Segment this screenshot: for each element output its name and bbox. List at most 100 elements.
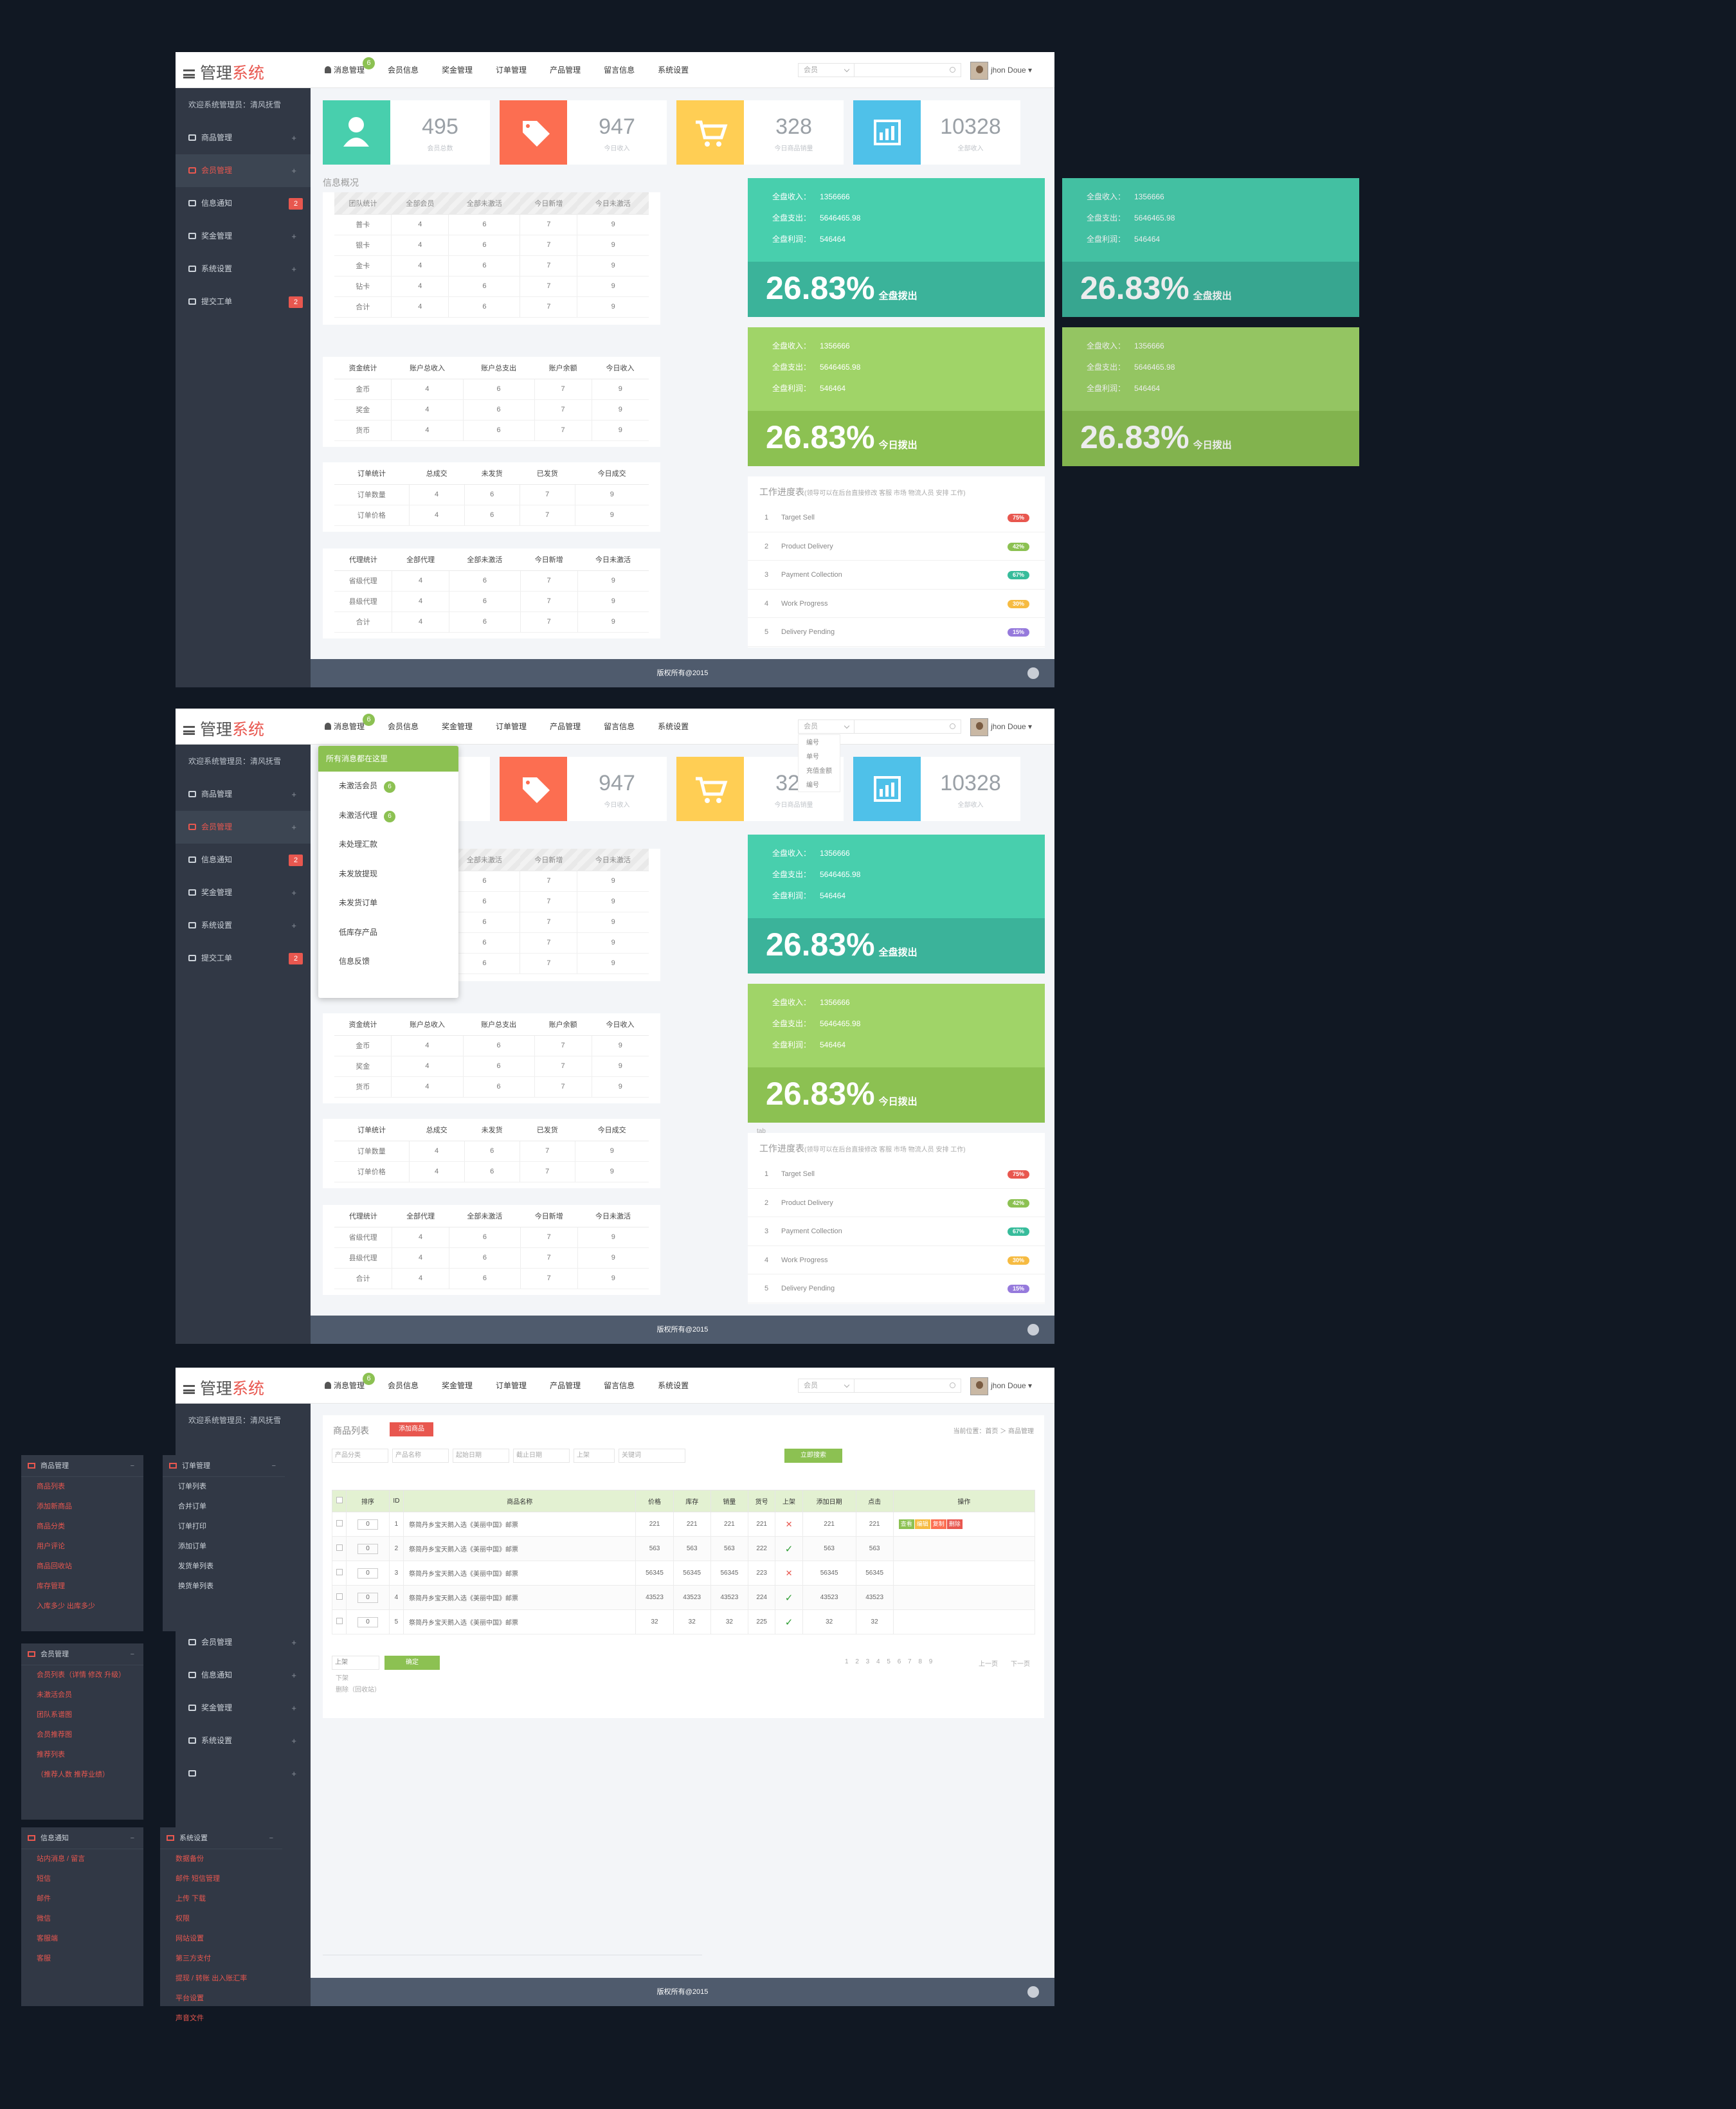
nav-item-2[interactable]: 奖金管理 xyxy=(442,1368,473,1404)
menu-panel-item[interactable]: 第三方支付 xyxy=(160,1949,282,1969)
menu-panel-item[interactable]: 声音文件 xyxy=(160,2009,282,2029)
menu-panel-item[interactable]: 邮件 短信管理 xyxy=(160,1869,282,1889)
nav-item-5[interactable]: 留言信息 xyxy=(604,709,635,745)
add-product-button[interactable]: 添加商品 xyxy=(390,1422,433,1436)
menu-panel-item[interactable]: 未激活会员 xyxy=(21,1685,143,1705)
menu-icon[interactable] xyxy=(183,1385,195,1395)
menu-panel-item[interactable]: 添加订单 xyxy=(163,1537,285,1557)
menu-panel-item[interactable]: 商品回收站 xyxy=(21,1557,143,1577)
back-to-top-icon[interactable] xyxy=(1027,1986,1039,1998)
menu-panel-item[interactable]: 商品列表 xyxy=(21,1477,143,1497)
filter-2[interactable]: 起始日期 xyxy=(453,1449,509,1463)
search-icon[interactable] xyxy=(950,723,955,729)
menu-panel-item[interactable]: 提现 / 转账 出入账汇率 xyxy=(160,1969,282,1989)
menu-panel-item[interactable]: 入库多少 出库多少 xyxy=(21,1597,143,1616)
menu-panel-header[interactable]: 系统设置 − xyxy=(160,1827,282,1849)
filter-4[interactable]: 上架 xyxy=(574,1449,615,1463)
nav-item-0[interactable]: 消息管理 6 xyxy=(325,52,375,88)
nav-item-1[interactable]: 会员信息 xyxy=(388,709,419,745)
cross-icon[interactable]: ✕ xyxy=(786,1568,793,1578)
row-checkbox[interactable] xyxy=(336,1593,343,1600)
next-page-link[interactable]: 下一页 xyxy=(1011,1658,1030,1668)
menu-panel-item[interactable]: 订单打印 xyxy=(163,1517,285,1537)
select-option[interactable]: 编号 xyxy=(806,736,840,750)
menu-panel-item[interactable]: 用户评论 xyxy=(21,1537,143,1557)
menu-panel-item[interactable]: 商品分类 xyxy=(21,1517,143,1537)
sidebar-item-1[interactable]: 会员管理 + xyxy=(176,811,311,844)
check-icon[interactable]: ✓ xyxy=(785,1617,793,1628)
dropdown-item[interactable]: 低库存产品 xyxy=(318,918,458,948)
search-icon[interactable] xyxy=(950,1382,955,1388)
select-option[interactable]: 编号 xyxy=(806,779,840,793)
dropdown-item[interactable]: 信息反馈 xyxy=(318,947,458,977)
search-input[interactable] xyxy=(854,720,961,734)
select-option[interactable]: 单号 xyxy=(806,750,840,765)
menu-panel-header[interactable]: 信息通知 − xyxy=(21,1827,143,1849)
search-icon[interactable] xyxy=(950,67,955,73)
sidebar-item-2[interactable]: 信息通知 2 xyxy=(176,844,311,876)
bulk-confirm-button[interactable]: 确定 xyxy=(384,1656,440,1670)
sidebar-item-3[interactable]: 奖金管理 + xyxy=(176,876,311,909)
menu-panel-item[interactable]: 邮件 xyxy=(21,1889,143,1909)
nav-item-5[interactable]: 留言信息 xyxy=(604,52,635,88)
menu-panel-item[interactable]: 合并订单 xyxy=(163,1497,285,1517)
pagination[interactable]: 1 2 3 4 5 6 7 8 9 xyxy=(845,1658,932,1665)
search-type-select[interactable]: 会员 xyxy=(798,720,854,734)
nav-item-4[interactable]: 产品管理 xyxy=(550,709,581,745)
dropdown-item[interactable]: 未发货订单 xyxy=(318,889,458,918)
menu-panel-item[interactable]: 网站设置 xyxy=(160,1929,282,1949)
sidebar-item-5[interactable]: 提交工单 2 xyxy=(176,942,311,975)
sidebar-item-1[interactable]: 会员管理 + xyxy=(176,154,311,187)
nav-item-0[interactable]: 消息管理 6 xyxy=(325,709,375,745)
menu-panel-item[interactable]: 会员推荐图 xyxy=(21,1725,143,1745)
sidebar-item-4[interactable]: 系统设置 + xyxy=(176,253,311,285)
sidebar-item-bonus[interactable]: 奖金管理 + xyxy=(176,1692,311,1724)
search-type-select[interactable]: 会员 xyxy=(798,1379,854,1393)
sidebar-item-5[interactable]: 提交工单 2 xyxy=(176,285,311,318)
search-input[interactable] xyxy=(854,1379,961,1393)
menu-panel-item[interactable]: 添加新商品 xyxy=(21,1497,143,1517)
nav-item-4[interactable]: 产品管理 xyxy=(550,52,581,88)
nav-item-6[interactable]: 系统设置 xyxy=(658,52,689,88)
op-button-2[interactable]: 复制 xyxy=(930,1519,946,1529)
menu-panel-header[interactable]: 订单管理 − xyxy=(163,1455,285,1477)
nav-item-1[interactable]: 会员信息 xyxy=(388,1368,419,1404)
sidebar-item-4[interactable]: 系统设置 + xyxy=(176,909,311,942)
filter-0[interactable]: 产品分类 xyxy=(332,1449,388,1463)
expand-icon[interactable]: + xyxy=(291,778,296,811)
expand-icon[interactable]: + xyxy=(291,154,296,187)
menu-panel-item[interactable]: 站内消息 / 留言 xyxy=(21,1849,143,1869)
filter-3[interactable]: 截止日期 xyxy=(513,1449,570,1463)
row-checkbox[interactable] xyxy=(336,1544,343,1551)
menu-panel-item[interactable]: 客服 xyxy=(21,1949,143,1969)
expand-icon[interactable]: + xyxy=(291,253,296,285)
menu-panel-item[interactable]: 换货单列表 xyxy=(163,1577,285,1597)
bulk-option-offshelf[interactable]: 下架 xyxy=(336,1672,348,1682)
menu-icon[interactable] xyxy=(183,69,195,79)
menu-panel-item[interactable]: 微信 xyxy=(21,1909,143,1929)
nav-item-5[interactable]: 留言信息 xyxy=(604,1368,635,1404)
nav-item-2[interactable]: 奖金管理 xyxy=(442,709,473,745)
user-menu[interactable]: jhon Doue ▾ xyxy=(970,1377,1032,1395)
nav-item-0[interactable]: 消息管理 6 xyxy=(325,1368,375,1404)
cross-icon[interactable]: ✕ xyxy=(786,1519,793,1529)
sidebar-item-0[interactable]: 商品管理 + xyxy=(176,778,311,811)
check-icon[interactable]: ✓ xyxy=(785,1544,793,1555)
sort-order-input[interactable]: 0 xyxy=(357,1592,379,1603)
sort-order-input[interactable]: 0 xyxy=(357,1616,379,1627)
nav-item-3[interactable]: 订单管理 xyxy=(496,709,527,745)
back-to-top-icon[interactable] xyxy=(1027,667,1039,679)
collapse-icon[interactable]: − xyxy=(272,1455,276,1477)
row-checkbox[interactable] xyxy=(336,1569,343,1575)
dropdown-item[interactable]: 未激活代理 6 xyxy=(318,801,458,831)
nav-item-6[interactable]: 系统设置 xyxy=(658,1368,689,1404)
nav-item-4[interactable]: 产品管理 xyxy=(550,1368,581,1404)
op-button-0[interactable]: 查看 xyxy=(898,1519,914,1529)
search-button[interactable]: 立即搜索 xyxy=(784,1449,842,1463)
search-input[interactable] xyxy=(854,63,961,77)
collapse-icon[interactable]: − xyxy=(131,1827,134,1849)
sidebar-item-ticket[interactable]: + xyxy=(176,1757,311,1790)
menu-panel-item[interactable]: 客服端 xyxy=(21,1929,143,1949)
expand-icon[interactable]: + xyxy=(291,876,296,909)
check-icon[interactable]: ✓ xyxy=(785,1593,793,1604)
